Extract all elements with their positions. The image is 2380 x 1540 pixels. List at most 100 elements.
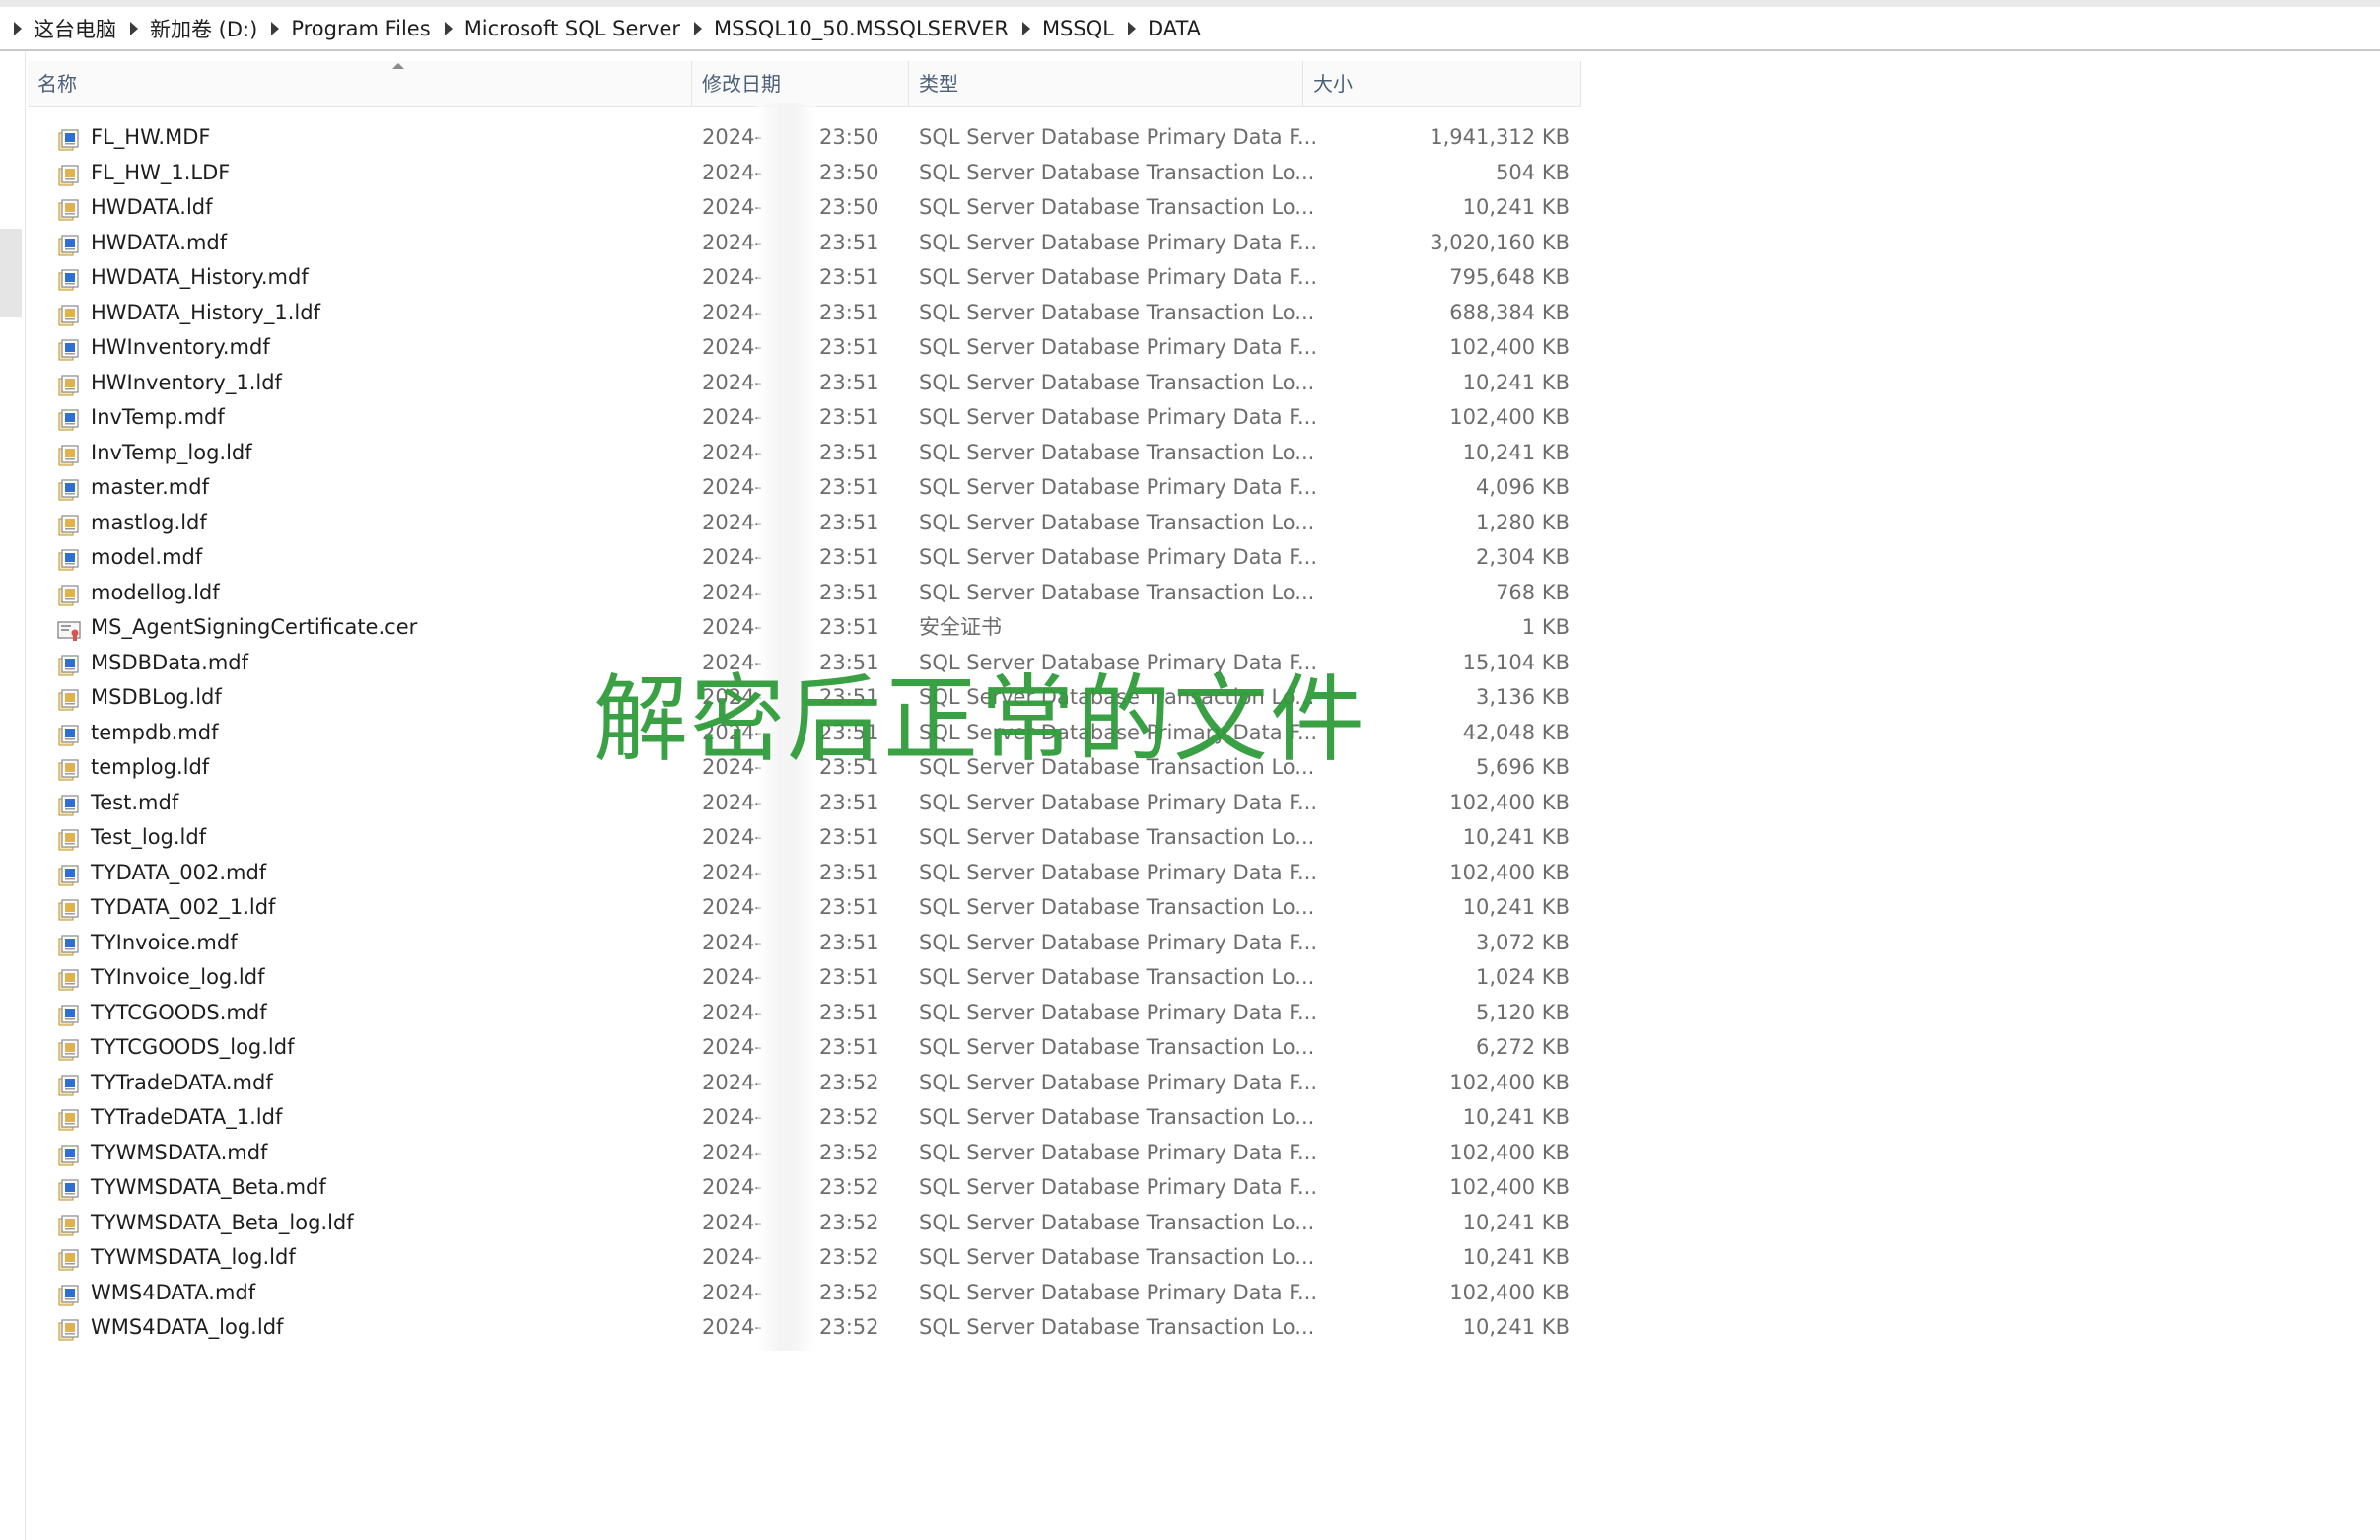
file-time: 23:51 bbox=[819, 265, 879, 289]
breadcrumb-arrow-icon[interactable] bbox=[694, 21, 703, 35]
file-date: 2024- bbox=[702, 160, 763, 184]
address-bar[interactable]: 这台电脑 新加卷 (D:) Program Files Microsoft SQ… bbox=[0, 7, 2380, 51]
file-size: 102,400 KB bbox=[1449, 1070, 1570, 1094]
file-time: 23:52 bbox=[819, 1245, 879, 1269]
file-name: Test_log.ldf bbox=[91, 825, 207, 849]
mdf-icon bbox=[57, 934, 79, 956]
file-size: 102,400 KB bbox=[1449, 790, 1570, 814]
column-header-type[interactable]: 类型 bbox=[909, 61, 1303, 106]
breadcrumb-arrow-icon[interactable] bbox=[14, 21, 22, 35]
file-time: 23:51 bbox=[819, 825, 879, 849]
file-name: mastlog.ldf bbox=[91, 510, 207, 534]
file-type: SQL Server Database Primary Data F... bbox=[919, 1280, 1318, 1304]
file-date: 2024- bbox=[702, 1280, 763, 1304]
file-type: SQL Server Database Primary Data F... bbox=[919, 265, 1318, 289]
file-size: 10,241 KB bbox=[1462, 370, 1570, 394]
file-time: 23:52 bbox=[819, 1315, 879, 1339]
file-date: 2024- bbox=[702, 475, 763, 499]
file-type: SQL Server Database Transaction Lo... bbox=[919, 965, 1315, 989]
file-type: SQL Server Database Primary Data F... bbox=[919, 125, 1318, 149]
column-header-size[interactable]: 大小 bbox=[1303, 61, 1581, 106]
mdf-icon bbox=[57, 234, 79, 256]
breadcrumb-arrow-icon[interactable] bbox=[271, 21, 280, 35]
file-name: TYWMSDATA.mdf bbox=[91, 1140, 268, 1164]
file-name: Test.mdf bbox=[91, 790, 179, 814]
ldf-icon bbox=[57, 1214, 79, 1236]
breadcrumb-arrow-icon[interactable] bbox=[1127, 21, 1136, 35]
breadcrumb-item-sql-server[interactable]: Microsoft SQL Server bbox=[464, 17, 680, 40]
file-name: HWDATA_History_1.ldf bbox=[91, 300, 320, 324]
file-type: SQL Server Database Transaction Lo... bbox=[919, 1105, 1315, 1129]
file-time: 23:51 bbox=[819, 930, 879, 954]
navigation-pane-selection[interactable] bbox=[0, 229, 22, 317]
file-time: 23:51 bbox=[819, 405, 879, 429]
file-date: 2024- bbox=[702, 405, 763, 429]
file-size: 1,024 KB bbox=[1476, 965, 1570, 989]
file-name: master.mdf bbox=[91, 475, 209, 499]
file-date: 2024- bbox=[702, 1210, 763, 1234]
file-date: 2024- bbox=[702, 265, 763, 289]
file-date: 2024- bbox=[702, 125, 763, 149]
file-size: 5,120 KB bbox=[1476, 1000, 1570, 1024]
file-time: 23:51 bbox=[819, 335, 879, 359]
column-header-name[interactable]: 名称 bbox=[28, 61, 692, 106]
file-name: TYInvoice.mdf bbox=[91, 930, 238, 954]
breadcrumb-item-this-pc[interactable]: 这台电脑 bbox=[34, 14, 116, 43]
mdf-icon bbox=[57, 654, 79, 676]
column-header-date-label: 修改日期 bbox=[702, 72, 781, 96]
column-header-type-label: 类型 bbox=[919, 72, 958, 96]
file-date: 2024- bbox=[702, 965, 763, 989]
file-size: 10,241 KB bbox=[1462, 1315, 1570, 1339]
mdf-icon bbox=[57, 548, 79, 571]
file-type: SQL Server Database Transaction Lo... bbox=[919, 580, 1315, 604]
file-size: 102,400 KB bbox=[1449, 860, 1570, 884]
file-name: HWInventory_1.ldf bbox=[91, 370, 282, 394]
ldf-icon bbox=[57, 198, 79, 221]
file-name: TYInvoice_log.ldf bbox=[91, 965, 265, 989]
file-name: FL_HW_1.LDF bbox=[91, 160, 231, 184]
breadcrumb-item-instance[interactable]: MSSQL10_50.MSSQLSERVER bbox=[714, 17, 1009, 40]
file-time: 23:52 bbox=[819, 1140, 879, 1164]
mdf-icon bbox=[57, 864, 79, 886]
file-date: 2024- bbox=[702, 440, 763, 464]
breadcrumb-item-mssql[interactable]: MSSQL bbox=[1042, 17, 1114, 40]
breadcrumb-arrow-icon[interactable] bbox=[130, 21, 138, 35]
file-name: MS_AgentSigningCertificate.cer bbox=[91, 615, 418, 639]
file-type: 安全证书 bbox=[919, 615, 1002, 639]
file-size: 10,241 KB bbox=[1462, 440, 1570, 464]
ldf-icon bbox=[57, 1108, 79, 1131]
ldf-icon bbox=[57, 584, 79, 606]
file-date: 2024- bbox=[702, 860, 763, 884]
file-date: 2024- bbox=[702, 1245, 763, 1269]
file-date: 2024- bbox=[702, 370, 763, 394]
file-date: 2024- bbox=[702, 930, 763, 954]
file-date: 2024- bbox=[702, 1105, 763, 1129]
column-header-date[interactable]: 修改日期 bbox=[692, 61, 909, 106]
file-time: 23:52 bbox=[819, 1105, 879, 1129]
file-time: 23:50 bbox=[819, 160, 879, 184]
breadcrumb-item-data[interactable]: DATA bbox=[1148, 17, 1201, 40]
mdf-icon bbox=[57, 724, 79, 746]
breadcrumb-arrow-icon[interactable] bbox=[444, 21, 453, 35]
breadcrumb-item-program-files[interactable]: Program Files bbox=[291, 17, 430, 40]
ldf-icon bbox=[57, 688, 79, 711]
ldf-icon bbox=[57, 1318, 79, 1341]
ldf-icon bbox=[57, 1248, 79, 1271]
navigation-pane[interactable] bbox=[0, 51, 26, 1540]
file-type: SQL Server Database Transaction Lo... bbox=[919, 510, 1315, 534]
certificate-icon bbox=[57, 618, 81, 641]
file-time: 23:51 bbox=[819, 440, 879, 464]
mdf-icon bbox=[57, 1074, 79, 1096]
file-size: 4,096 KB bbox=[1476, 475, 1570, 499]
breadcrumb-item-drive-d[interactable]: 新加卷 (D:) bbox=[150, 14, 257, 43]
file-size: 102,400 KB bbox=[1449, 1175, 1570, 1199]
file-type: SQL Server Database Transaction Lo... bbox=[919, 1245, 1315, 1269]
mdf-icon bbox=[57, 268, 79, 291]
file-size: 688,384 KB bbox=[1449, 300, 1570, 324]
ldf-icon bbox=[57, 164, 79, 186]
file-name: InvTemp_log.ldf bbox=[91, 440, 252, 464]
file-type: SQL Server Database Transaction Lo... bbox=[919, 1210, 1315, 1234]
breadcrumb-arrow-icon[interactable] bbox=[1021, 21, 1030, 35]
file-time: 23:51 bbox=[819, 615, 879, 639]
file-date: 2024- bbox=[702, 300, 763, 324]
